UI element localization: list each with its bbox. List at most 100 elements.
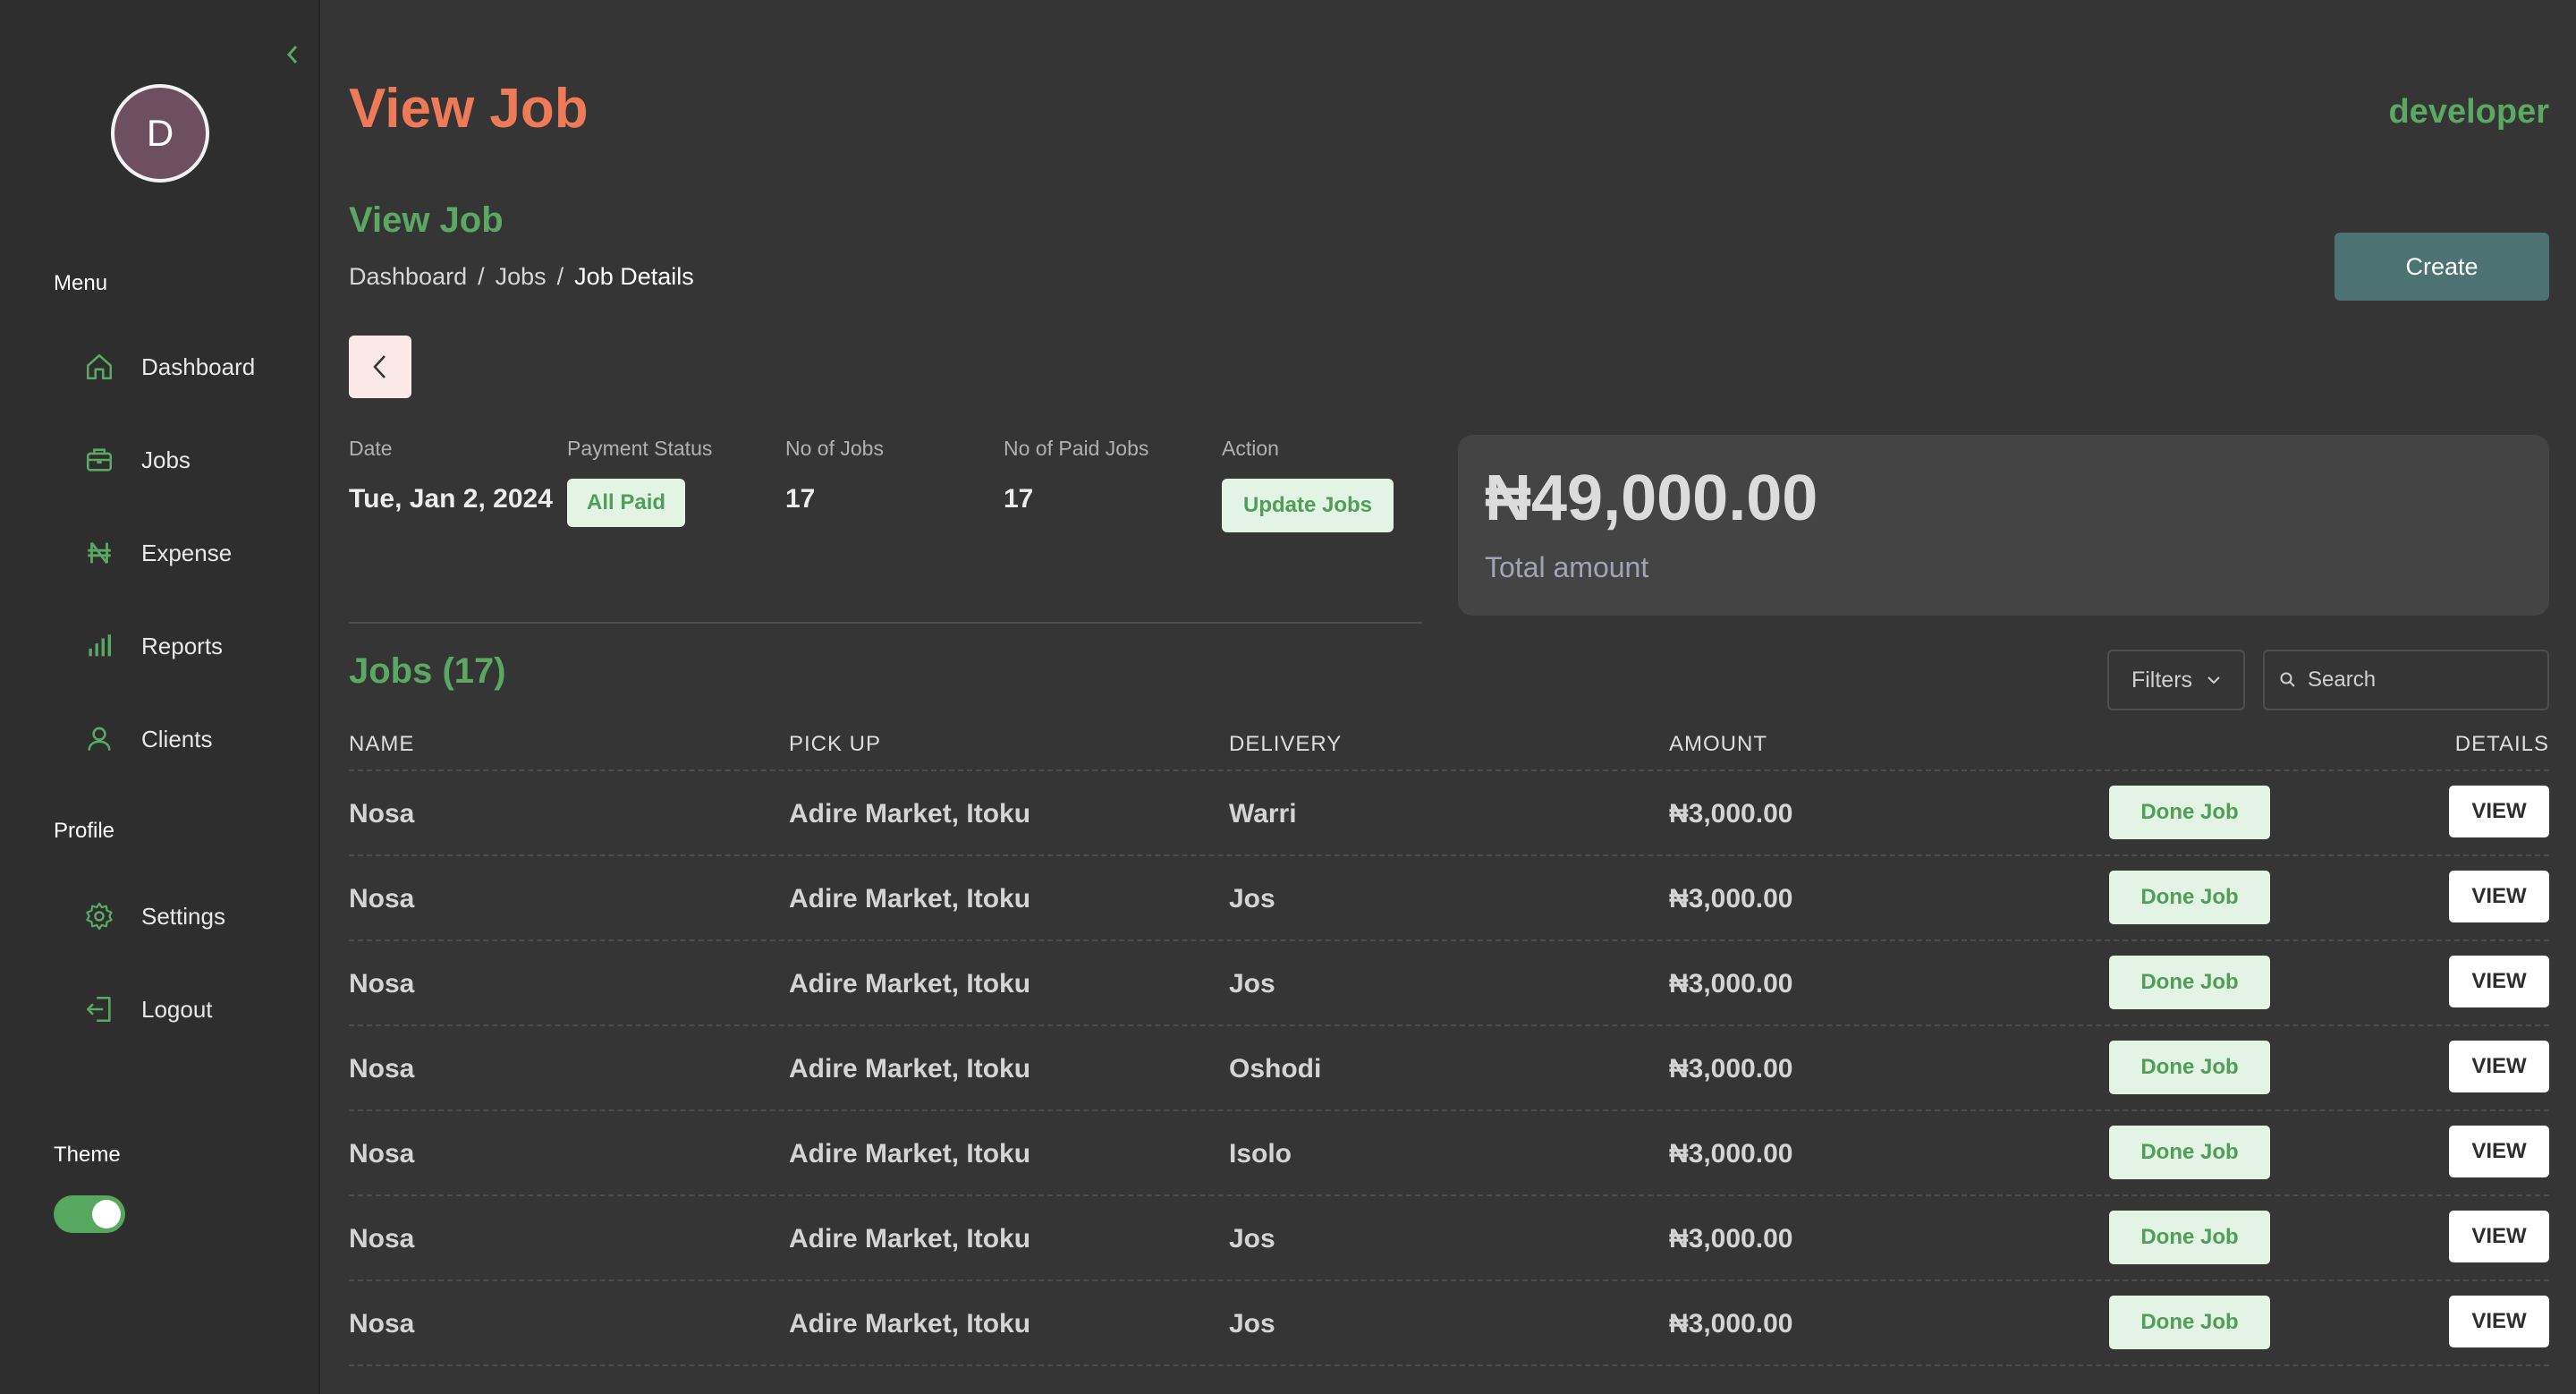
- view-button[interactable]: VIEW: [2449, 786, 2549, 837]
- sidebar-item-label: Reports: [141, 632, 224, 659]
- cell-name: Nosa: [349, 883, 415, 914]
- column-header-details: DETAILS: [2454, 732, 2549, 756]
- collapse-sidebar-button[interactable]: [279, 41, 306, 68]
- cell-delivery: Jos: [1229, 968, 1275, 999]
- view-button[interactable]: VIEW: [2449, 871, 2549, 922]
- action-stat: Action Update Jobs: [1222, 437, 1394, 532]
- theme-toggle[interactable]: [54, 1195, 125, 1233]
- cell-delivery: Oshodi: [1229, 1053, 1322, 1084]
- home-icon: [82, 350, 116, 384]
- back-button[interactable]: [349, 336, 411, 398]
- table-row: Nosa Adire Market, Itoku Jos ₦3,000.00 Done …: [349, 856, 2549, 941]
- breadcrumb-separator: /: [556, 263, 564, 290]
- payment-status-stat: Payment Status All Paid: [567, 437, 712, 527]
- filters-label: Filters: [2131, 667, 2193, 693]
- view-button[interactable]: VIEW: [2449, 1211, 2549, 1262]
- jobs-count-label: No of Jobs: [785, 437, 884, 460]
- breadcrumb-jobs[interactable]: Jobs: [496, 263, 547, 291]
- sidebar-item-reports[interactable]: Reports: [82, 619, 297, 673]
- view-button[interactable]: VIEW: [2449, 956, 2549, 1007]
- cell-name: Nosa: [349, 968, 415, 999]
- view-button[interactable]: VIEW: [2449, 1126, 2549, 1177]
- cell-amount: ₦3,000.00: [1669, 883, 1793, 914]
- search-box[interactable]: [2263, 650, 2549, 710]
- sidebar-item-expense[interactable]: Expense: [82, 526, 297, 580]
- cell-delivery: Jos: [1229, 883, 1275, 914]
- date-value: Tue, Jan 2, 2024: [349, 484, 553, 514]
- bar-chart-icon: [82, 629, 116, 663]
- action-label: Action: [1222, 437, 1279, 460]
- done-job-button[interactable]: Done Job: [2109, 1041, 2270, 1094]
- table-row: Nosa Adire Market, Itoku Jos ₦3,000.00 Done …: [349, 1196, 2549, 1281]
- cell-delivery: Jos: [1229, 1308, 1275, 1339]
- breadcrumb-job-details: Job Details: [574, 263, 694, 290]
- table-header: NAME PICK UP DELIVERY AMOUNT DETAILS: [349, 719, 2549, 771]
- done-job-button[interactable]: Done Job: [2109, 956, 2270, 1009]
- toggle-knob: [92, 1200, 121, 1228]
- done-job-button[interactable]: Done Job: [2109, 786, 2270, 839]
- naira-icon: [82, 536, 116, 570]
- cell-name: Nosa: [349, 1308, 415, 1339]
- paid-jobs-value: 17: [1004, 484, 1034, 514]
- jobs-table: NAME PICK UP DELIVERY AMOUNT DETAILS Nos…: [349, 719, 2549, 1366]
- sidebar-item-logout[interactable]: Logout: [82, 982, 297, 1036]
- table-row: Nosa Adire Market, Itoku Oshodi ₦3,000.00 Do…: [349, 1026, 2549, 1111]
- paid-jobs-label: No of Paid Jobs: [1004, 437, 1149, 460]
- cell-amount: ₦3,000.00: [1669, 1223, 1793, 1254]
- sidebar-item-label: Expense: [141, 539, 233, 566]
- briefcase-icon: [82, 443, 116, 477]
- total-amount-card: ₦49,000.00 Total amount: [1458, 435, 2549, 616]
- sidebar-item-label: Jobs: [141, 446, 191, 473]
- sidebar-item-dashboard[interactable]: Dashboard: [82, 340, 297, 394]
- search-input[interactable]: [2308, 667, 2522, 693]
- done-job-button[interactable]: Done Job: [2109, 1296, 2270, 1349]
- breadcrumb-dashboard[interactable]: Dashboard: [349, 263, 467, 291]
- cell-pickup: Adire Market, Itoku: [789, 798, 1031, 829]
- table-row: Nosa Adire Market, Itoku Jos ₦3,000.00 Done …: [349, 941, 2549, 1026]
- sidebar-item-label: Dashboard: [141, 353, 256, 380]
- cell-pickup: Adire Market, Itoku: [789, 1308, 1031, 1339]
- table-row: Nosa Adire Market, Itoku Isolo ₦3,000.00 Don…: [349, 1111, 2549, 1196]
- done-job-button[interactable]: Done Job: [2109, 1126, 2270, 1179]
- date-label: Date: [349, 437, 393, 460]
- cell-delivery: Warri: [1229, 798, 1297, 829]
- column-header-amount: AMOUNT: [1669, 732, 1767, 756]
- paid-jobs-stat: No of Paid Jobs 17: [1004, 437, 1148, 514]
- update-jobs-button[interactable]: Update Jobs: [1222, 479, 1394, 532]
- cell-pickup: Adire Market, Itoku: [789, 1053, 1031, 1084]
- divider: [349, 622, 1422, 624]
- cell-pickup: Adire Market, Itoku: [789, 968, 1031, 999]
- view-button[interactable]: VIEW: [2449, 1296, 2549, 1347]
- done-job-button[interactable]: Done Job: [2109, 1211, 2270, 1264]
- sidebar-item-clients[interactable]: Clients: [82, 712, 297, 766]
- payment-status-label: Payment Status: [567, 437, 713, 460]
- create-button[interactable]: Create: [2334, 233, 2549, 301]
- sidebar-item-jobs[interactable]: Jobs: [82, 433, 297, 487]
- breadcrumb: Dashboard / Jobs / Job Details: [349, 263, 694, 291]
- gear-icon: [82, 899, 116, 933]
- sidebar-item-label: Logout: [141, 995, 213, 1023]
- search-icon: [2280, 672, 2295, 687]
- sidebar-item-label: Clients: [141, 725, 213, 752]
- avatar[interactable]: D: [111, 84, 209, 183]
- cell-name: Nosa: [349, 1223, 415, 1254]
- jobs-title: Jobs (17): [349, 651, 506, 691]
- cell-delivery: Jos: [1229, 1223, 1275, 1254]
- table-row: Nosa Adire Market, Itoku Jos ₦3,000.00 Done …: [349, 1281, 2549, 1366]
- section-title: View Job: [349, 200, 504, 240]
- cell-amount: ₦3,000.00: [1669, 1053, 1793, 1084]
- cell-amount: ₦3,000.00: [1669, 798, 1793, 829]
- sidebar-item-settings[interactable]: Settings: [82, 889, 297, 943]
- sidebar: D Menu Dashboard Jobs Expense Reports Cl…: [0, 0, 320, 1394]
- user-name[interactable]: developer: [2388, 93, 2549, 132]
- chevron-left-icon: [373, 355, 386, 378]
- profile-section-label: Profile: [54, 819, 115, 843]
- cell-pickup: Adire Market, Itoku: [789, 883, 1031, 914]
- done-job-button[interactable]: Done Job: [2109, 871, 2270, 924]
- view-button[interactable]: VIEW: [2449, 1041, 2549, 1092]
- cell-name: Nosa: [349, 798, 415, 829]
- theme-section-label: Theme: [54, 1143, 121, 1167]
- chevron-down-icon: [2207, 676, 2220, 684]
- filters-dropdown[interactable]: Filters: [2107, 650, 2245, 710]
- chevron-left-icon: [286, 46, 298, 64]
